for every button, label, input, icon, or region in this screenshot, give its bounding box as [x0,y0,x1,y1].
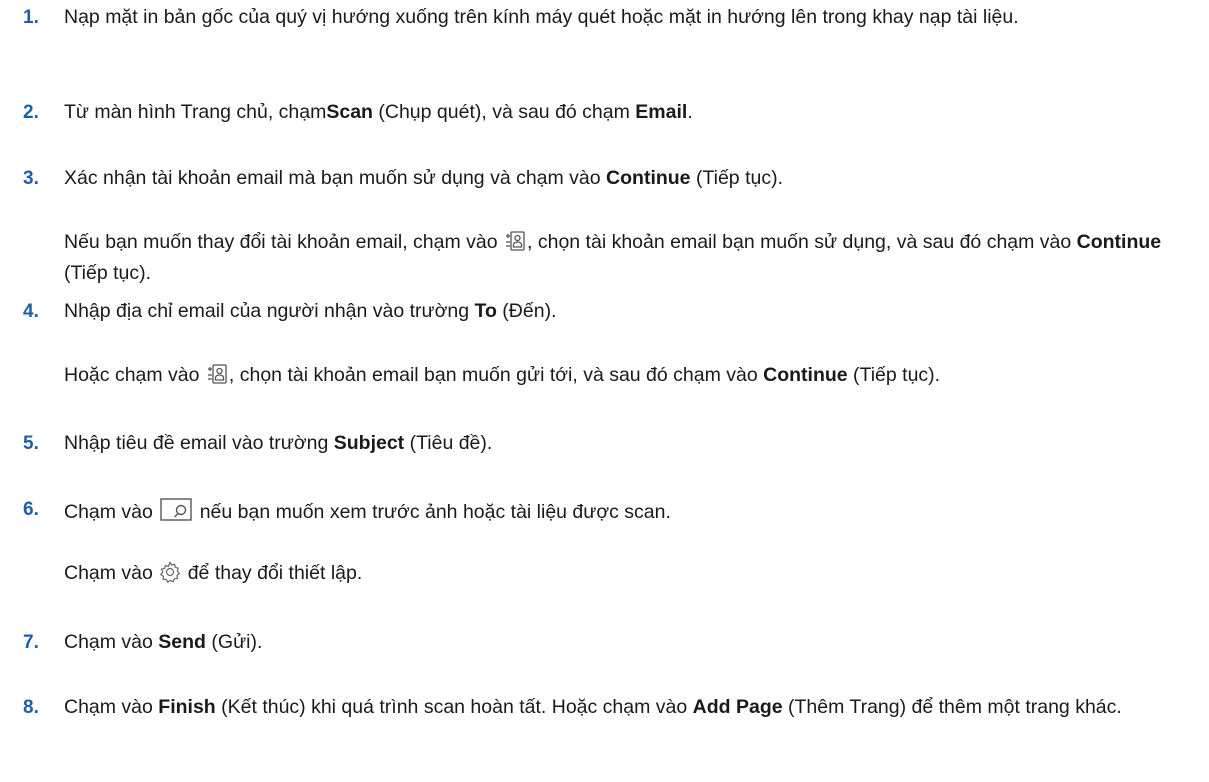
text-fragment: Từ màn hình Trang chủ, chạm [64,101,327,123]
text-fragment: , chọn tài khoản email bạn muốn sử dụng,… [527,231,1077,253]
ui-term-finish: Finish [158,696,216,718]
text-fragment: Nhập địa chỉ email của người nhận vào tr… [64,300,475,322]
text-fragment: Xác nhận tài khoản email mà bạn muốn sử … [64,167,607,189]
text-fragment: . [687,101,693,123]
step-number: 3. [23,168,39,189]
text-fragment: Chạm vào [64,562,159,584]
text-fragment: Nếu bạn muốn thay đổi tài khoản email, c… [64,231,504,253]
text-fragment: (Tiếp tục). [847,364,941,386]
step-text: Xác nhận tài khoản email mà bạn muốn sử … [64,165,1174,192]
text-fragment: (Kết thúc) khi quá trình scan hoàn tất. … [215,696,693,718]
ui-term-email: Email [635,101,688,123]
step-subtext: Hoặc chạm vào , chọn tài khoản email bạn… [64,362,1174,393]
text-fragment: nếu bạn muốn xem trước ảnh hoặc tài liệu… [194,501,671,523]
text-fragment: Chạm vào [64,696,159,718]
text-fragment: Nhập tiêu đề email vào trường [64,432,334,454]
ui-term-subject: Subject [333,432,405,454]
step-subtext: Nếu bạn muốn thay đổi tài khoản email, c… [64,229,1174,287]
contacts-icon [504,230,526,260]
step-number: 6. [23,499,39,520]
text-fragment: Chạm vào [64,501,159,523]
step-number: 5. [23,433,39,454]
ui-term-continue: Continue [606,167,691,189]
text-fragment: Chạm vào [64,631,159,653]
ui-term-send: Send [158,631,206,653]
step-number: 8. [23,697,39,718]
gear-icon [159,561,181,591]
step-subtext: Chạm vào để thay đổi thiết lập. [64,560,1174,591]
ui-term-scan: Scan [326,101,373,123]
text-fragment: , chọn tài khoản email bạn muốn gửi tới,… [228,364,764,386]
step-number: 1. [23,7,39,28]
text-fragment: (Tiêu đề). [404,432,493,454]
text-fragment: (Đến). [496,300,557,322]
step-text: Chạm vào Finish (Kết thúc) khi quá trình… [64,694,1174,721]
ui-term-continue: Continue [763,364,848,386]
text-fragment: (Gửi). [205,631,263,653]
text-fragment: để thay đổi thiết lập. [182,562,363,584]
ui-term-continue: Continue [1076,231,1162,253]
text-fragment: (Tiếp tục). [64,262,152,284]
ui-term-to: To [474,300,497,322]
step-text: Từ màn hình Trang chủ, chạmScan (Chụp qu… [64,99,1174,126]
step-number: 7. [23,632,39,653]
text-fragment: (Tiếp tục). [690,167,783,189]
step-text-content: Nạp mặt in bản gốc của quý vị hướng xuốn… [64,6,1019,28]
step-text: Nạp mặt in bản gốc của quý vị hướng xuốn… [64,4,1174,31]
step-number: 4. [23,301,39,322]
step-text: Nhập tiêu đề email vào trường Subject (T… [64,430,1174,457]
ui-term-add-page: Add Page [692,696,783,718]
step-text: Chạm vào Send (Gửi). [64,629,1174,656]
text-fragment: Hoặc chạm vào [64,364,205,386]
preview-icon [159,496,193,530]
step-number: 2. [23,102,39,123]
step-text: Nhập địa chỉ email của người nhận vào tr… [64,298,1174,325]
contacts-icon [206,363,228,393]
text-fragment: (Chụp quét), và sau đó chạm [372,101,636,123]
step-text: Chạm vào nếu bạn muốn xem trước ảnh hoặc… [64,496,1174,530]
text-fragment: (Thêm Trang) để thêm một trang khác. [782,696,1122,718]
